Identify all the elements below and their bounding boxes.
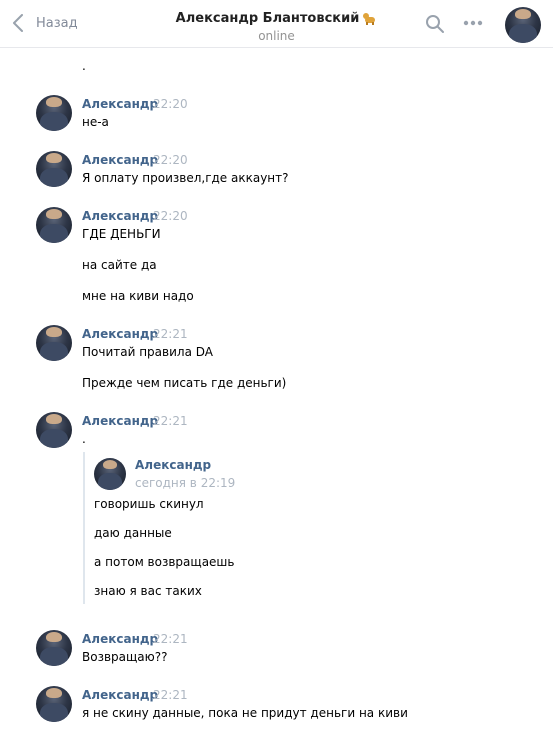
message-text: Прежде чем писать где деньги)	[82, 376, 287, 390]
forwarded-text: говоришь скинул	[94, 497, 204, 511]
forwarded-time[interactable]: сегодня в 22:19	[135, 476, 235, 490]
forwarded-text: а потом возвращаешь	[94, 555, 235, 569]
message-time[interactable]: 22:21	[153, 632, 188, 646]
message-text: ГДЕ ДЕНЬГИ	[82, 227, 161, 241]
message-text: не-а	[82, 115, 109, 129]
avatar[interactable]	[36, 412, 72, 448]
chat-title[interactable]: Александр Блантовский	[176, 11, 378, 26]
avatar[interactable]	[36, 686, 72, 722]
search-icon[interactable]	[425, 14, 445, 34]
message-author[interactable]: Александр	[82, 688, 158, 702]
message-author[interactable]: Александр	[82, 97, 158, 111]
chevron-left-icon	[13, 14, 23, 32]
chat-header: Назад Александр Блантовский online	[0, 0, 553, 48]
message-text: на сайте да	[82, 258, 157, 272]
message-time[interactable]: 22:20	[153, 209, 188, 223]
message-text: мне на киви надо	[82, 289, 194, 303]
avatar[interactable]	[36, 95, 72, 131]
avatar[interactable]	[36, 207, 72, 243]
forwarded-avatar[interactable]	[94, 458, 126, 490]
message-text: .	[82, 59, 86, 73]
message-author[interactable]: Александр	[82, 414, 158, 428]
message-text: .	[82, 432, 86, 446]
forwarded-text: даю данные	[94, 526, 172, 540]
message-time[interactable]: 22:21	[153, 688, 188, 702]
message-time[interactable]: 22:21	[153, 327, 188, 341]
header-avatar[interactable]	[505, 7, 541, 43]
more-icon[interactable]	[463, 20, 483, 26]
avatar[interactable]	[36, 325, 72, 361]
message-text: я не скину данные, пока не придут деньги…	[82, 706, 408, 720]
message-time[interactable]: 22:20	[153, 153, 188, 167]
message-author[interactable]: Александр	[82, 327, 158, 341]
online-status: online	[258, 29, 295, 43]
dog-emoji-icon	[363, 12, 377, 25]
message-author[interactable]: Александр	[82, 153, 158, 167]
back-button[interactable]: Назад	[12, 12, 78, 34]
message-author[interactable]: Александр	[82, 632, 158, 646]
message-author[interactable]: Александр	[82, 209, 158, 223]
message-text: Возвращаю??	[82, 650, 168, 664]
avatar[interactable]	[36, 630, 72, 666]
message-time[interactable]: 22:20	[153, 97, 188, 111]
chat-title-text: Александр Блантовский	[175, 11, 360, 26]
forwarded-message-bar	[83, 452, 85, 604]
chat-title-block[interactable]: Александр Блантовский online	[150, 7, 403, 43]
avatar[interactable]	[36, 151, 72, 187]
forwarded-author[interactable]: Александр	[135, 458, 211, 472]
message-text: Почитай правила DA	[82, 345, 213, 359]
message-text: Я оплату произвел,где аккаунт?	[82, 171, 289, 185]
message-time[interactable]: 22:21	[153, 414, 188, 428]
forwarded-text: знаю я вас таких	[94, 584, 202, 598]
back-label: Назад	[36, 15, 78, 31]
